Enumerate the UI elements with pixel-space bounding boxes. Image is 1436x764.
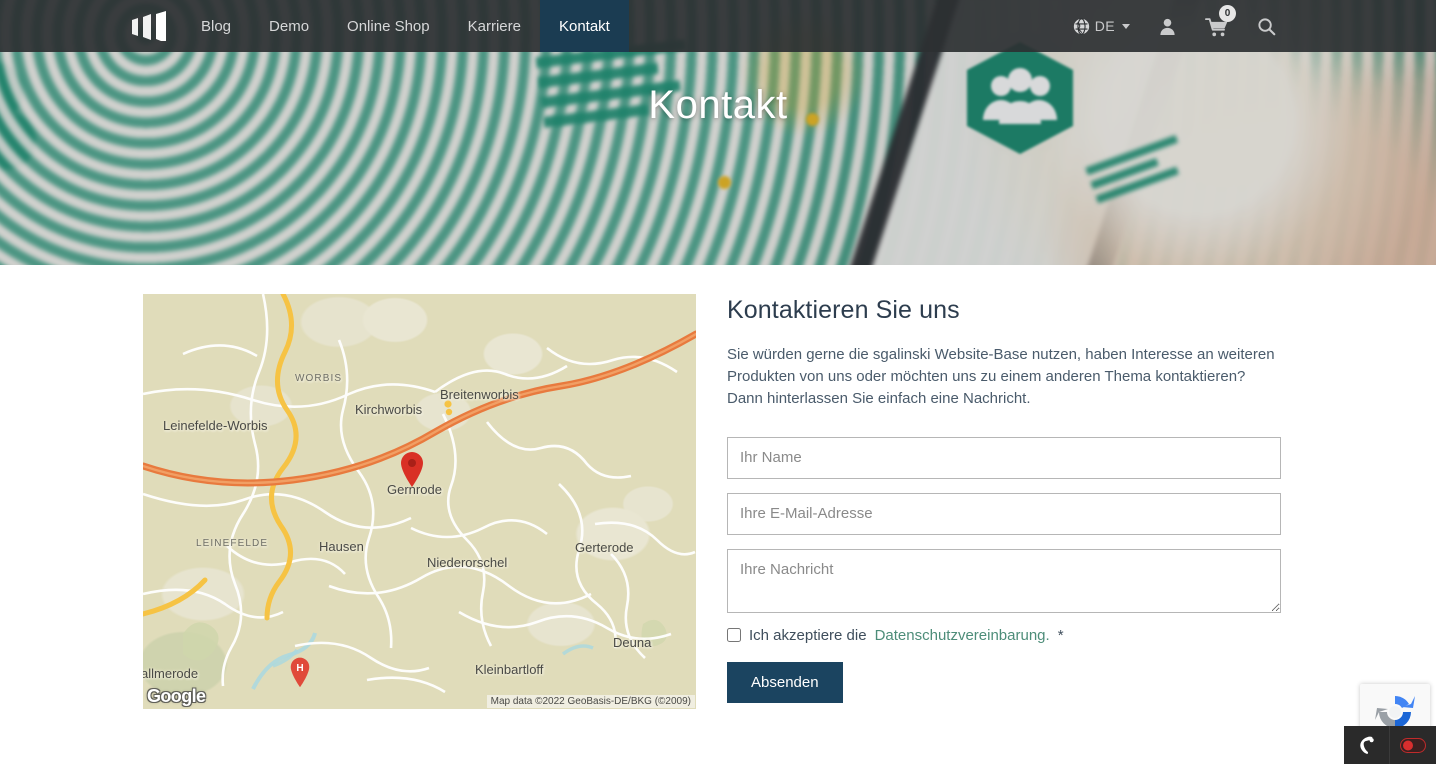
- map-attribution: Map data ©2022 GeoBasis-DE/BKG (©2009): [486, 695, 695, 708]
- page-title: Kontakt: [648, 83, 788, 127]
- preview-toggle-icon: [1400, 737, 1426, 753]
- typo3-admin-toolbar: [1344, 726, 1436, 764]
- consent-row: Ich akzeptiere die Datenschutzvereinbaru…: [727, 627, 1293, 644]
- language-switcher[interactable]: DE: [1059, 0, 1144, 52]
- map-marker-primary[interactable]: [399, 450, 425, 488]
- chevron-down-icon: [1122, 23, 1130, 29]
- nav-link-karriere[interactable]: Karriere: [449, 0, 540, 52]
- contact-form: Ich akzeptiere die Datenschutzvereinbaru…: [727, 436, 1293, 703]
- user-icon: [1160, 18, 1175, 35]
- nav-link-demo[interactable]: Demo: [250, 0, 328, 52]
- map-column: WORBIS Kirchworbis Breitenworbis Leinefe…: [143, 294, 696, 709]
- required-marker: *: [1057, 626, 1064, 644]
- language-code: DE: [1094, 18, 1115, 34]
- logo-icon: [132, 11, 166, 41]
- map-roads: [143, 294, 696, 694]
- nav-link-online-shop[interactable]: Online Shop: [328, 0, 449, 52]
- search-button[interactable]: [1243, 0, 1290, 52]
- nav-links: Blog Demo Online Shop Karriere Kontakt: [182, 0, 629, 52]
- cart-count-badge: 0: [1219, 5, 1236, 22]
- main-navbar: Blog Demo Online Shop Karriere Kontakt D…: [0, 0, 1436, 52]
- main-content: WORBIS Kirchworbis Breitenworbis Leinefe…: [0, 265, 1436, 709]
- email-input[interactable]: [727, 492, 1281, 535]
- hero-banner: Kontakt Blog Demo Online Shop Karriere K…: [0, 0, 1436, 265]
- cart-button[interactable]: 0: [1191, 0, 1243, 52]
- message-textarea[interactable]: [727, 548, 1281, 613]
- privacy-consent-checkbox[interactable]: [727, 628, 741, 643]
- consent-label-text: Ich akzeptiere die: [749, 626, 867, 644]
- location-map[interactable]: WORBIS Kirchworbis Breitenworbis Leinefe…: [143, 294, 696, 709]
- nav-link-kontakt[interactable]: Kontakt: [539, 0, 629, 52]
- privacy-policy-link[interactable]: Datenschutzvereinbarung.: [875, 627, 1050, 644]
- navbar-actions: DE 0: [1059, 0, 1290, 52]
- account-button[interactable]: [1144, 0, 1191, 52]
- globe-icon: [1073, 17, 1089, 35]
- typo3-logo-icon: [1360, 736, 1374, 754]
- search-icon: [1258, 17, 1276, 35]
- svg-text:H: H: [296, 663, 303, 674]
- name-input[interactable]: [727, 436, 1281, 479]
- google-watermark: Google: [147, 686, 206, 706]
- typo3-logo-button[interactable]: [1344, 726, 1390, 764]
- nav-link-blog[interactable]: Blog: [182, 0, 250, 52]
- map-marker-hotel-icon[interactable]: H: [289, 656, 311, 688]
- intro-paragraph: Sie würden gerne die sgalinski Website-B…: [727, 346, 1275, 408]
- sgalinski-logo[interactable]: [116, 0, 182, 52]
- preview-toggle-button[interactable]: [1390, 726, 1436, 764]
- contact-form-column: Kontaktieren Sie uns Sie würden gerne di…: [727, 294, 1293, 709]
- submit-button[interactable]: Absenden: [727, 661, 843, 703]
- section-title: Kontaktieren Sie uns: [727, 296, 960, 324]
